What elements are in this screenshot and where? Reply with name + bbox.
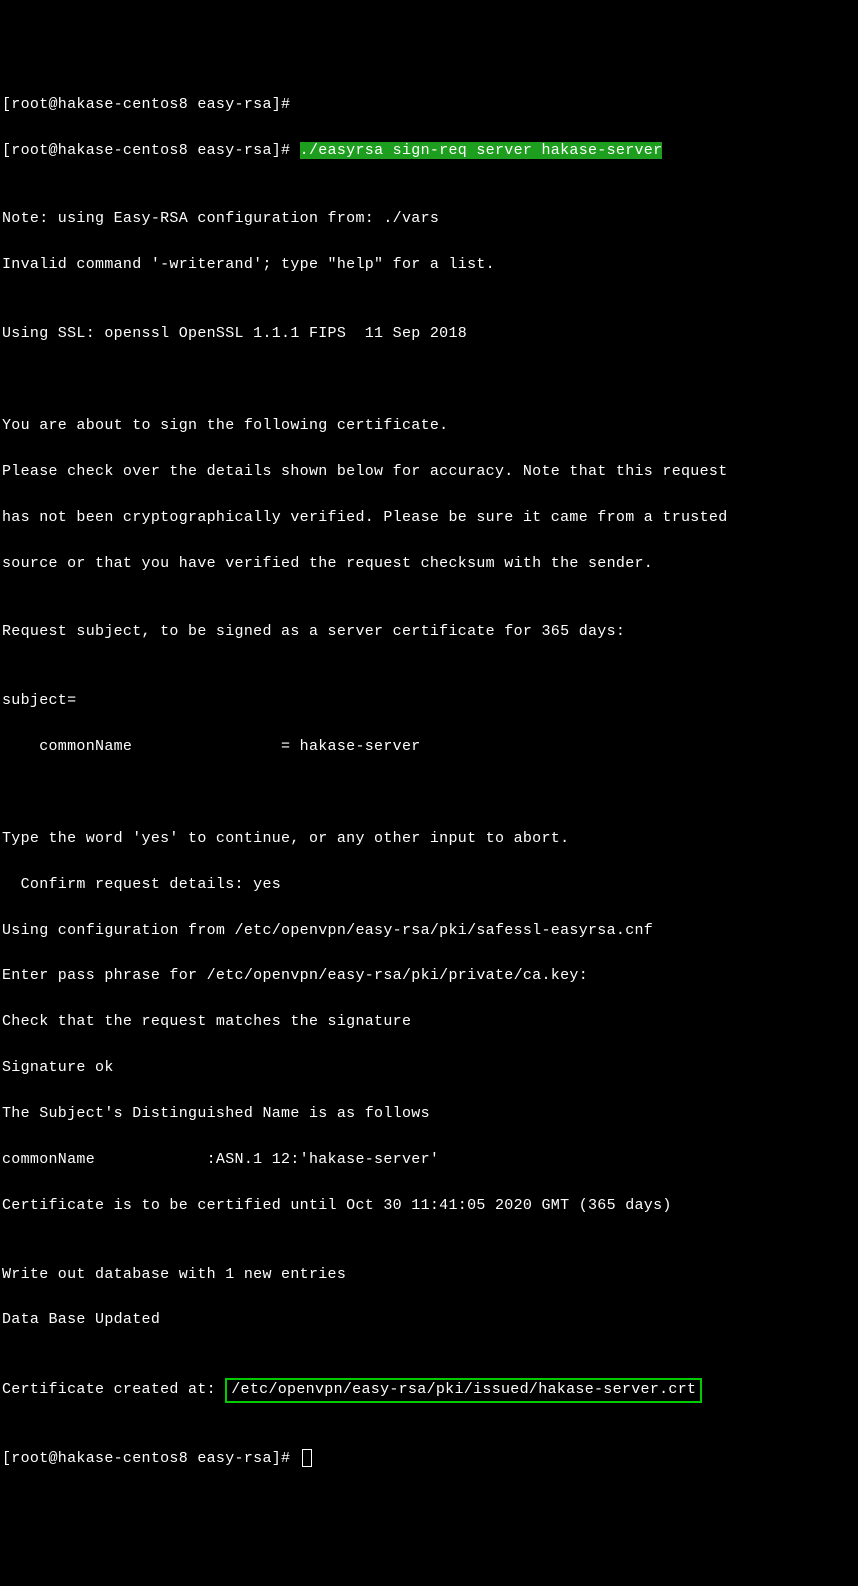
terminal-output: Using configuration from /etc/openvpn/ea… [2,920,856,943]
cursor-icon [302,1449,312,1467]
terminal-line: [root@hakase-centos8 easy-rsa]# [2,94,856,117]
terminal-output: Confirm request details: yes [2,874,856,897]
command-entered: ./easyrsa sign-req server hakase-server [300,142,663,159]
cert-created-label: Certificate created at: [2,1381,225,1398]
terminal-output: Note: using Easy-RSA configuration from:… [2,208,856,231]
terminal-output: The Subject's Distinguished Name is as f… [2,1103,856,1126]
shell-prompt: [root@hakase-centos8 easy-rsa]# [2,1450,300,1467]
terminal-output: Using SSL: openssl OpenSSL 1.1.1 FIPS 11… [2,323,856,346]
terminal-output: You are about to sign the following cert… [2,415,856,438]
terminal-output: Invalid command '-writerand'; type "help… [2,254,856,277]
terminal-output: Check that the request matches the signa… [2,1011,856,1034]
terminal-output: Data Base Updated [2,1309,856,1332]
terminal-output: Type the word 'yes' to continue, or any … [2,828,856,851]
terminal-output: Please check over the details shown belo… [2,461,856,484]
shell-prompt: [root@hakase-centos8 easy-rsa]# [2,96,290,113]
cert-path-highlight: /etc/openvpn/easy-rsa/pki/issued/hakase-… [225,1378,702,1402]
terminal-output: commonName = hakase-server [2,736,856,759]
terminal-output: Enter pass phrase for /etc/openvpn/easy-… [2,965,856,988]
terminal-output: Request subject, to be signed as a serve… [2,621,856,644]
terminal-output: Write out database with 1 new entries [2,1264,856,1287]
terminal-line[interactable]: [root@hakase-centos8 easy-rsa]# [2,1448,856,1471]
terminal-line: [root@hakase-centos8 easy-rsa]# ./easyrs… [2,140,856,163]
terminal-output: subject= [2,690,856,713]
terminal-output: Signature ok [2,1057,856,1080]
terminal-output: has not been cryptographically verified.… [2,507,856,530]
terminal-output: source or that you have verified the req… [2,553,856,576]
terminal-output: Certificate is to be certified until Oct… [2,1195,856,1218]
terminal-output: commonName :ASN.1 12:'hakase-server' [2,1149,856,1172]
shell-prompt: [root@hakase-centos8 easy-rsa]# [2,142,300,159]
terminal-output: Certificate created at: /etc/openvpn/eas… [2,1378,856,1402]
